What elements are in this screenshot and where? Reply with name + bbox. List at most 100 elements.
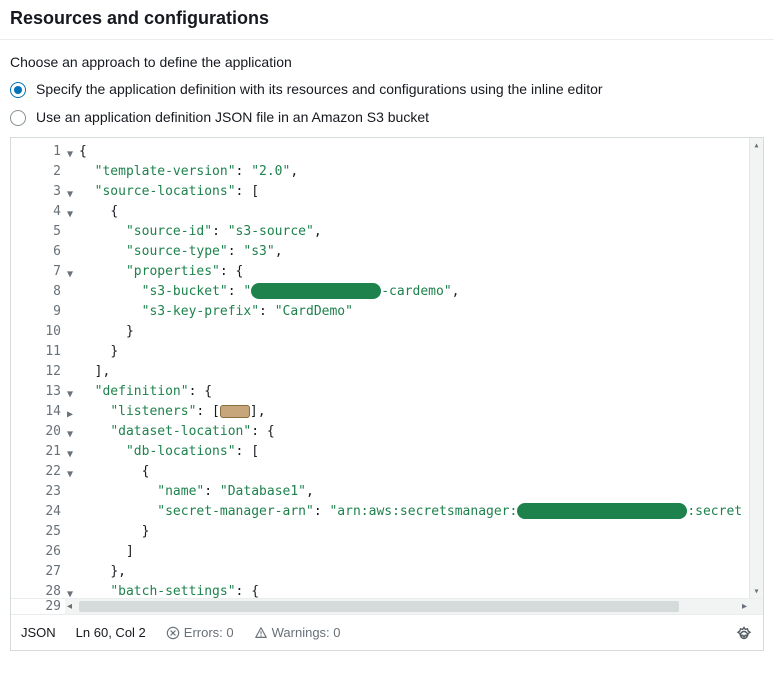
json-punct: ], [250, 404, 266, 419]
line-number: 5 [11, 222, 65, 242]
settings-button[interactable] [735, 624, 753, 642]
json-punct: { [142, 464, 150, 479]
code-line[interactable]: "dataset-location": { [65, 422, 749, 442]
code-line[interactable]: }, [65, 562, 749, 582]
line-number: 1▼ [11, 142, 65, 162]
line-number: 13▼ [11, 382, 65, 402]
status-warnings: Warnings: 0 [254, 625, 341, 640]
code-line[interactable]: "properties": { [65, 262, 749, 282]
line-number: 3▼ [11, 182, 65, 202]
json-punct: }, [110, 564, 126, 579]
json-punct: , [306, 484, 314, 499]
json-punct: : [259, 304, 275, 319]
code-line[interactable]: "definition": { [65, 382, 749, 402]
json-key: "db-locations" [126, 444, 236, 459]
horizontal-scrollbar[interactable]: ◂ ▸ [65, 599, 749, 614]
json-punct: } [110, 344, 118, 359]
line-number: 23 [11, 482, 65, 502]
code-line[interactable]: "secret-manager-arn": "arn:aws:secretsma… [65, 502, 749, 522]
status-cursor-position: Ln 60, Col 2 [76, 625, 146, 640]
line-number: 11 [11, 342, 65, 362]
line-number: 6 [11, 242, 65, 262]
json-key: "source-type" [126, 244, 228, 259]
code-line[interactable]: "source-locations": [ [65, 182, 749, 202]
json-punct: : { [251, 424, 274, 439]
section-title: Resources and configurations [10, 8, 764, 29]
code-line[interactable]: "source-id": "s3-source", [65, 222, 749, 242]
radio-label: Specify the application definition with … [36, 80, 603, 100]
radio-button[interactable] [10, 110, 26, 126]
scroll-right-icon[interactable]: ▸ [742, 601, 747, 612]
scroll-up-icon[interactable]: ▴ [750, 138, 763, 152]
approach-option-1[interactable]: Use an application definition JSON file … [10, 108, 764, 128]
approach-option-0[interactable]: Specify the application definition with … [10, 80, 764, 100]
code-line[interactable]: "s3-key-prefix": "CardDemo" [65, 302, 749, 322]
json-punct: , [275, 244, 283, 259]
json-punct: : { [236, 584, 259, 598]
code-line[interactable]: "batch-settings": { [65, 582, 749, 598]
redacted-value [251, 283, 381, 299]
json-punct: : [ [196, 404, 219, 419]
code-line[interactable]: "db-locations": [ [65, 442, 749, 462]
gear-icon [735, 624, 753, 642]
code-line[interactable]: "s3-bucket": "-cardemo", [65, 282, 749, 302]
editor-code-area[interactable]: { "template-version": "2.0", "source-loc… [65, 138, 749, 598]
json-punct: : [228, 284, 244, 299]
json-string: "arn:aws:secretsmanager: [329, 504, 517, 519]
code-line[interactable]: { [65, 202, 749, 222]
line-number: 25 [11, 522, 65, 542]
line-number: 4▼ [11, 202, 65, 222]
line-number: 14▶ [11, 402, 65, 422]
code-line[interactable]: } [65, 342, 749, 362]
json-key: "batch-settings" [110, 584, 235, 598]
line-number: 24 [11, 502, 65, 522]
code-line[interactable]: ], [65, 362, 749, 382]
code-line[interactable]: ] [65, 542, 749, 562]
json-key: "listeners" [110, 404, 196, 419]
json-key: "source-locations" [95, 184, 236, 199]
json-punct: : [228, 244, 244, 259]
redacted-value [517, 503, 687, 519]
error-icon [166, 626, 180, 640]
radio-label: Use an application definition JSON file … [36, 108, 429, 128]
json-punct: : [ [236, 444, 259, 459]
json-key: "properties" [126, 264, 220, 279]
status-errors-label: Errors: 0 [184, 625, 234, 640]
json-string: "Database1" [220, 484, 306, 499]
status-errors: Errors: 0 [166, 625, 234, 640]
scroll-down-icon[interactable]: ▾ [750, 584, 763, 598]
json-punct: : [204, 484, 220, 499]
code-line[interactable]: { [65, 142, 749, 162]
radio-button[interactable] [10, 82, 26, 98]
code-line[interactable]: "name": "Database1", [65, 482, 749, 502]
folded-region-marker[interactable] [220, 405, 250, 418]
scroll-left-icon[interactable]: ◂ [67, 601, 72, 612]
json-string: "CardDemo" [275, 304, 353, 319]
warning-icon [254, 626, 268, 640]
json-string: "s3" [243, 244, 274, 259]
line-number: 21▼ [11, 442, 65, 462]
horizontal-scroll-thumb[interactable] [79, 601, 679, 612]
line-number: 8 [11, 282, 65, 302]
editor-gutter: 1▼23▼4▼567▼8910111213▼14▶20▼21▼22▼232425… [11, 138, 65, 598]
line-number: 26 [11, 542, 65, 562]
code-line[interactable]: } [65, 522, 749, 542]
json-key: "secret-manager-arn" [157, 504, 314, 519]
vertical-scrollbar[interactable]: ▴ ▾ [749, 138, 763, 598]
line-number: 20▼ [11, 422, 65, 442]
json-key: "name" [157, 484, 204, 499]
json-string: "s3-source" [228, 224, 314, 239]
code-line[interactable]: "source-type": "s3", [65, 242, 749, 262]
editor-status-bar: JSON Ln 60, Col 2 Errors: 0 Warnings: 0 [11, 614, 763, 650]
json-punct: : [ [236, 184, 259, 199]
json-editor: 1▼23▼4▼567▼8910111213▼14▶20▼21▼22▼232425… [10, 137, 764, 651]
code-line[interactable]: "template-version": "2.0", [65, 162, 749, 182]
json-key: "template-version" [95, 164, 236, 179]
json-string: :secret [687, 504, 742, 519]
code-line[interactable]: "listeners": [], [65, 402, 749, 422]
json-string: "2.0" [251, 164, 290, 179]
editor-body[interactable]: 1▼23▼4▼567▼8910111213▼14▶20▼21▼22▼232425… [11, 138, 763, 598]
code-line[interactable]: } [65, 322, 749, 342]
code-line[interactable]: { [65, 462, 749, 482]
json-punct: { [110, 204, 118, 219]
